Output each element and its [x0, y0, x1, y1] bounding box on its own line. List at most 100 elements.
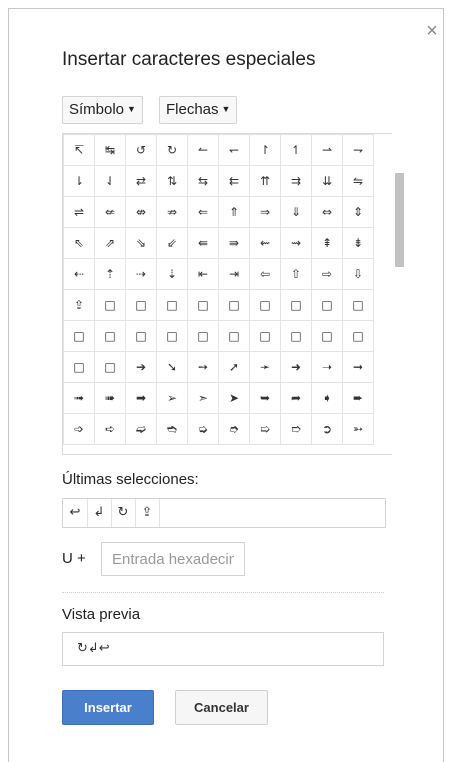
character-cell[interactable]: ↿ — [280, 134, 312, 166]
character-cell[interactable]: ➫ — [125, 413, 157, 445]
character-cell[interactable]: ➮ — [218, 413, 250, 445]
character-cell[interactable]: ⇃ — [94, 165, 126, 197]
character-cell[interactable]: ⇓ — [280, 196, 312, 228]
character-cell[interactable]: ⇘ — [125, 227, 157, 259]
character-cell[interactable]: ⇕ — [342, 196, 374, 228]
character-cell[interactable]: □ — [249, 320, 281, 352]
character-cell[interactable]: ➱ — [280, 413, 312, 445]
character-cell[interactable]: □ — [125, 289, 157, 321]
recent-character[interactable]: ↲ — [87, 499, 112, 527]
character-cell[interactable]: ➞ — [342, 351, 374, 383]
character-cell[interactable]: ➡ — [125, 382, 157, 414]
character-cell[interactable]: □ — [218, 320, 250, 352]
character-cell[interactable]: ↹ — [94, 134, 126, 166]
cancel-button[interactable]: Cancelar — [175, 690, 268, 725]
character-cell[interactable]: ⇑ — [218, 196, 250, 228]
character-cell[interactable]: □ — [125, 320, 157, 352]
character-cell[interactable]: ⇔ — [311, 196, 343, 228]
character-cell[interactable]: ⇐ — [187, 196, 219, 228]
hex-input[interactable] — [101, 542, 245, 576]
recent-character[interactable]: ↻ — [111, 499, 136, 527]
character-cell[interactable]: ⇆ — [187, 165, 219, 197]
character-cell[interactable]: ⇪ — [63, 289, 95, 321]
character-cell[interactable]: ➚ — [218, 351, 250, 383]
character-cell[interactable]: □ — [156, 289, 188, 321]
character-cell[interactable]: ➔ — [125, 351, 157, 383]
character-cell[interactable]: ➘ — [156, 351, 188, 383]
character-cell[interactable]: ⇩ — [342, 258, 374, 290]
character-cell[interactable]: ⇚ — [187, 227, 219, 259]
character-cell[interactable]: ⇛ — [218, 227, 250, 259]
character-cell[interactable]: ⇏ — [156, 196, 188, 228]
subcategory-dropdown[interactable]: Flechas ▼ — [159, 96, 238, 124]
character-cell[interactable]: □ — [187, 289, 219, 321]
character-cell[interactable]: ↼ — [187, 134, 219, 166]
character-cell[interactable]: ↸ — [63, 134, 95, 166]
character-cell[interactable]: □ — [63, 351, 95, 383]
character-cell[interactable]: ⇠ — [63, 258, 95, 290]
character-cell[interactable]: ➳ — [342, 413, 374, 445]
character-cell[interactable]: ⇁ — [342, 134, 374, 166]
character-cell[interactable]: ➙ — [187, 351, 219, 383]
character-cell[interactable]: ⇎ — [125, 196, 157, 228]
close-icon[interactable]: × — [423, 21, 441, 41]
character-cell[interactable]: ➜ — [280, 351, 312, 383]
character-cell[interactable]: □ — [94, 289, 126, 321]
character-cell[interactable]: ↽ — [218, 134, 250, 166]
character-cell[interactable]: ➣ — [187, 382, 219, 414]
character-cell[interactable]: ⇥ — [218, 258, 250, 290]
character-cell[interactable]: ⇜ — [249, 227, 281, 259]
character-cell[interactable]: ⇧ — [280, 258, 312, 290]
character-cell[interactable]: □ — [218, 289, 250, 321]
character-cell[interactable]: ⇇ — [218, 165, 250, 197]
character-cell[interactable]: ⇞ — [311, 227, 343, 259]
character-cell[interactable]: ⇨ — [311, 258, 343, 290]
character-cell[interactable]: ➯ — [249, 413, 281, 445]
character-cell[interactable]: ⇢ — [125, 258, 157, 290]
insert-button[interactable]: Insertar — [62, 690, 154, 725]
character-cell[interactable]: ➥ — [249, 382, 281, 414]
character-cell[interactable]: □ — [63, 320, 95, 352]
character-cell[interactable]: ↺ — [125, 134, 157, 166]
character-cell[interactable]: ⇤ — [187, 258, 219, 290]
character-cell[interactable]: ➟ — [63, 382, 95, 414]
character-cell[interactable]: □ — [311, 320, 343, 352]
character-cell[interactable]: ⇉ — [280, 165, 312, 197]
character-cell[interactable]: ➬ — [156, 413, 188, 445]
character-cell[interactable]: □ — [249, 289, 281, 321]
character-cell[interactable]: ➦ — [280, 382, 312, 414]
character-cell[interactable]: ⇊ — [311, 165, 343, 197]
character-cell[interactable]: ⇦ — [249, 258, 281, 290]
character-cell[interactable]: ➧ — [311, 382, 343, 414]
character-cell[interactable]: ⇅ — [156, 165, 188, 197]
grid-scrollbar[interactable] — [392, 133, 407, 455]
recent-character[interactable]: ↩ — [63, 499, 88, 527]
character-cell[interactable]: ⇝ — [280, 227, 312, 259]
character-cell[interactable]: ⇍ — [94, 196, 126, 228]
character-cell[interactable]: ⇀ — [311, 134, 343, 166]
character-cell[interactable]: □ — [94, 320, 126, 352]
character-cell[interactable]: ➩ — [63, 413, 95, 445]
recent-character[interactable]: ⇪ — [135, 499, 160, 527]
character-cell[interactable]: ➪ — [94, 413, 126, 445]
character-cell[interactable]: ➤ — [218, 382, 250, 414]
character-cell[interactable]: ➛ — [249, 351, 281, 383]
character-cell[interactable]: ⇣ — [156, 258, 188, 290]
character-cell[interactable]: □ — [187, 320, 219, 352]
character-cell[interactable]: ➨ — [342, 382, 374, 414]
character-cell[interactable]: ⇌ — [63, 196, 95, 228]
character-cell[interactable]: □ — [280, 320, 312, 352]
character-cell[interactable]: □ — [342, 320, 374, 352]
character-cell[interactable]: ➝ — [311, 351, 343, 383]
character-cell[interactable]: ⇗ — [94, 227, 126, 259]
character-cell[interactable]: ↾ — [249, 134, 281, 166]
character-cell[interactable]: □ — [94, 351, 126, 383]
character-cell[interactable]: ⇋ — [342, 165, 374, 197]
character-cell[interactable]: □ — [311, 289, 343, 321]
character-cell[interactable]: ⇈ — [249, 165, 281, 197]
category-dropdown[interactable]: Símbolo ▼ — [62, 96, 143, 124]
character-cell[interactable]: □ — [342, 289, 374, 321]
character-cell[interactable]: ⇒ — [249, 196, 281, 228]
character-cell[interactable]: ⇡ — [94, 258, 126, 290]
character-cell[interactable]: □ — [156, 320, 188, 352]
